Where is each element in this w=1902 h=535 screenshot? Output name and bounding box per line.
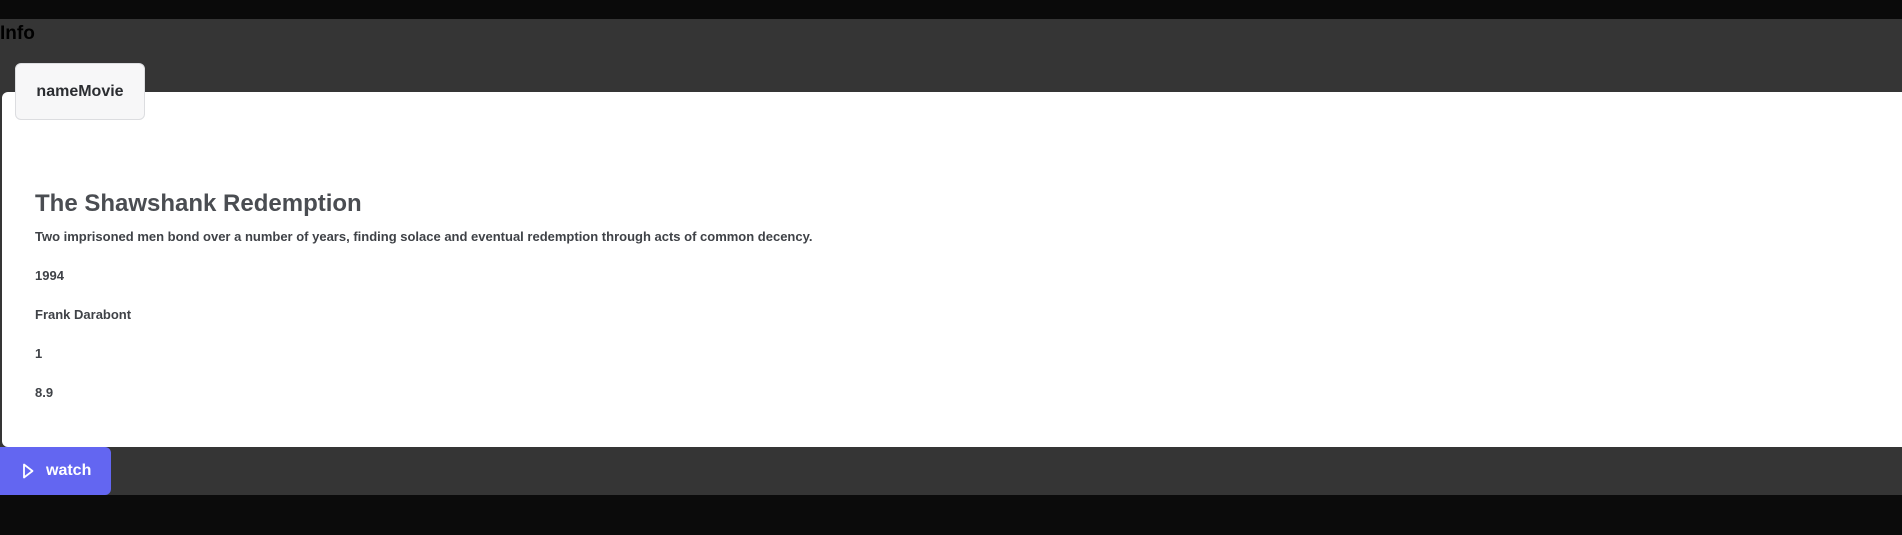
movie-rating: 8.9 — [35, 385, 54, 400]
movie-card: The Shawshank Redemption Two imprisoned … — [2, 92, 1902, 447]
movie-description: Two imprisoned men bond over a number of… — [35, 229, 813, 244]
top-bar — [0, 0, 1902, 19]
watch-button[interactable]: watch — [0, 447, 111, 495]
page-title: Info — [0, 23, 35, 44]
bottom-bar — [0, 495, 1902, 535]
watch-button-label: watch — [46, 462, 92, 479]
movie-rank: 1 — [35, 346, 43, 361]
movie-title: The Shawshank Redemption — [35, 190, 362, 217]
play-icon — [22, 463, 34, 479]
info-panel: Info nameMovie The Shawshank Redemption … — [0, 19, 1902, 495]
movie-director: Frank Darabont — [35, 307, 132, 322]
tab-namemovie[interactable]: nameMovie — [15, 63, 145, 120]
movie-year: 1994 — [35, 268, 64, 283]
